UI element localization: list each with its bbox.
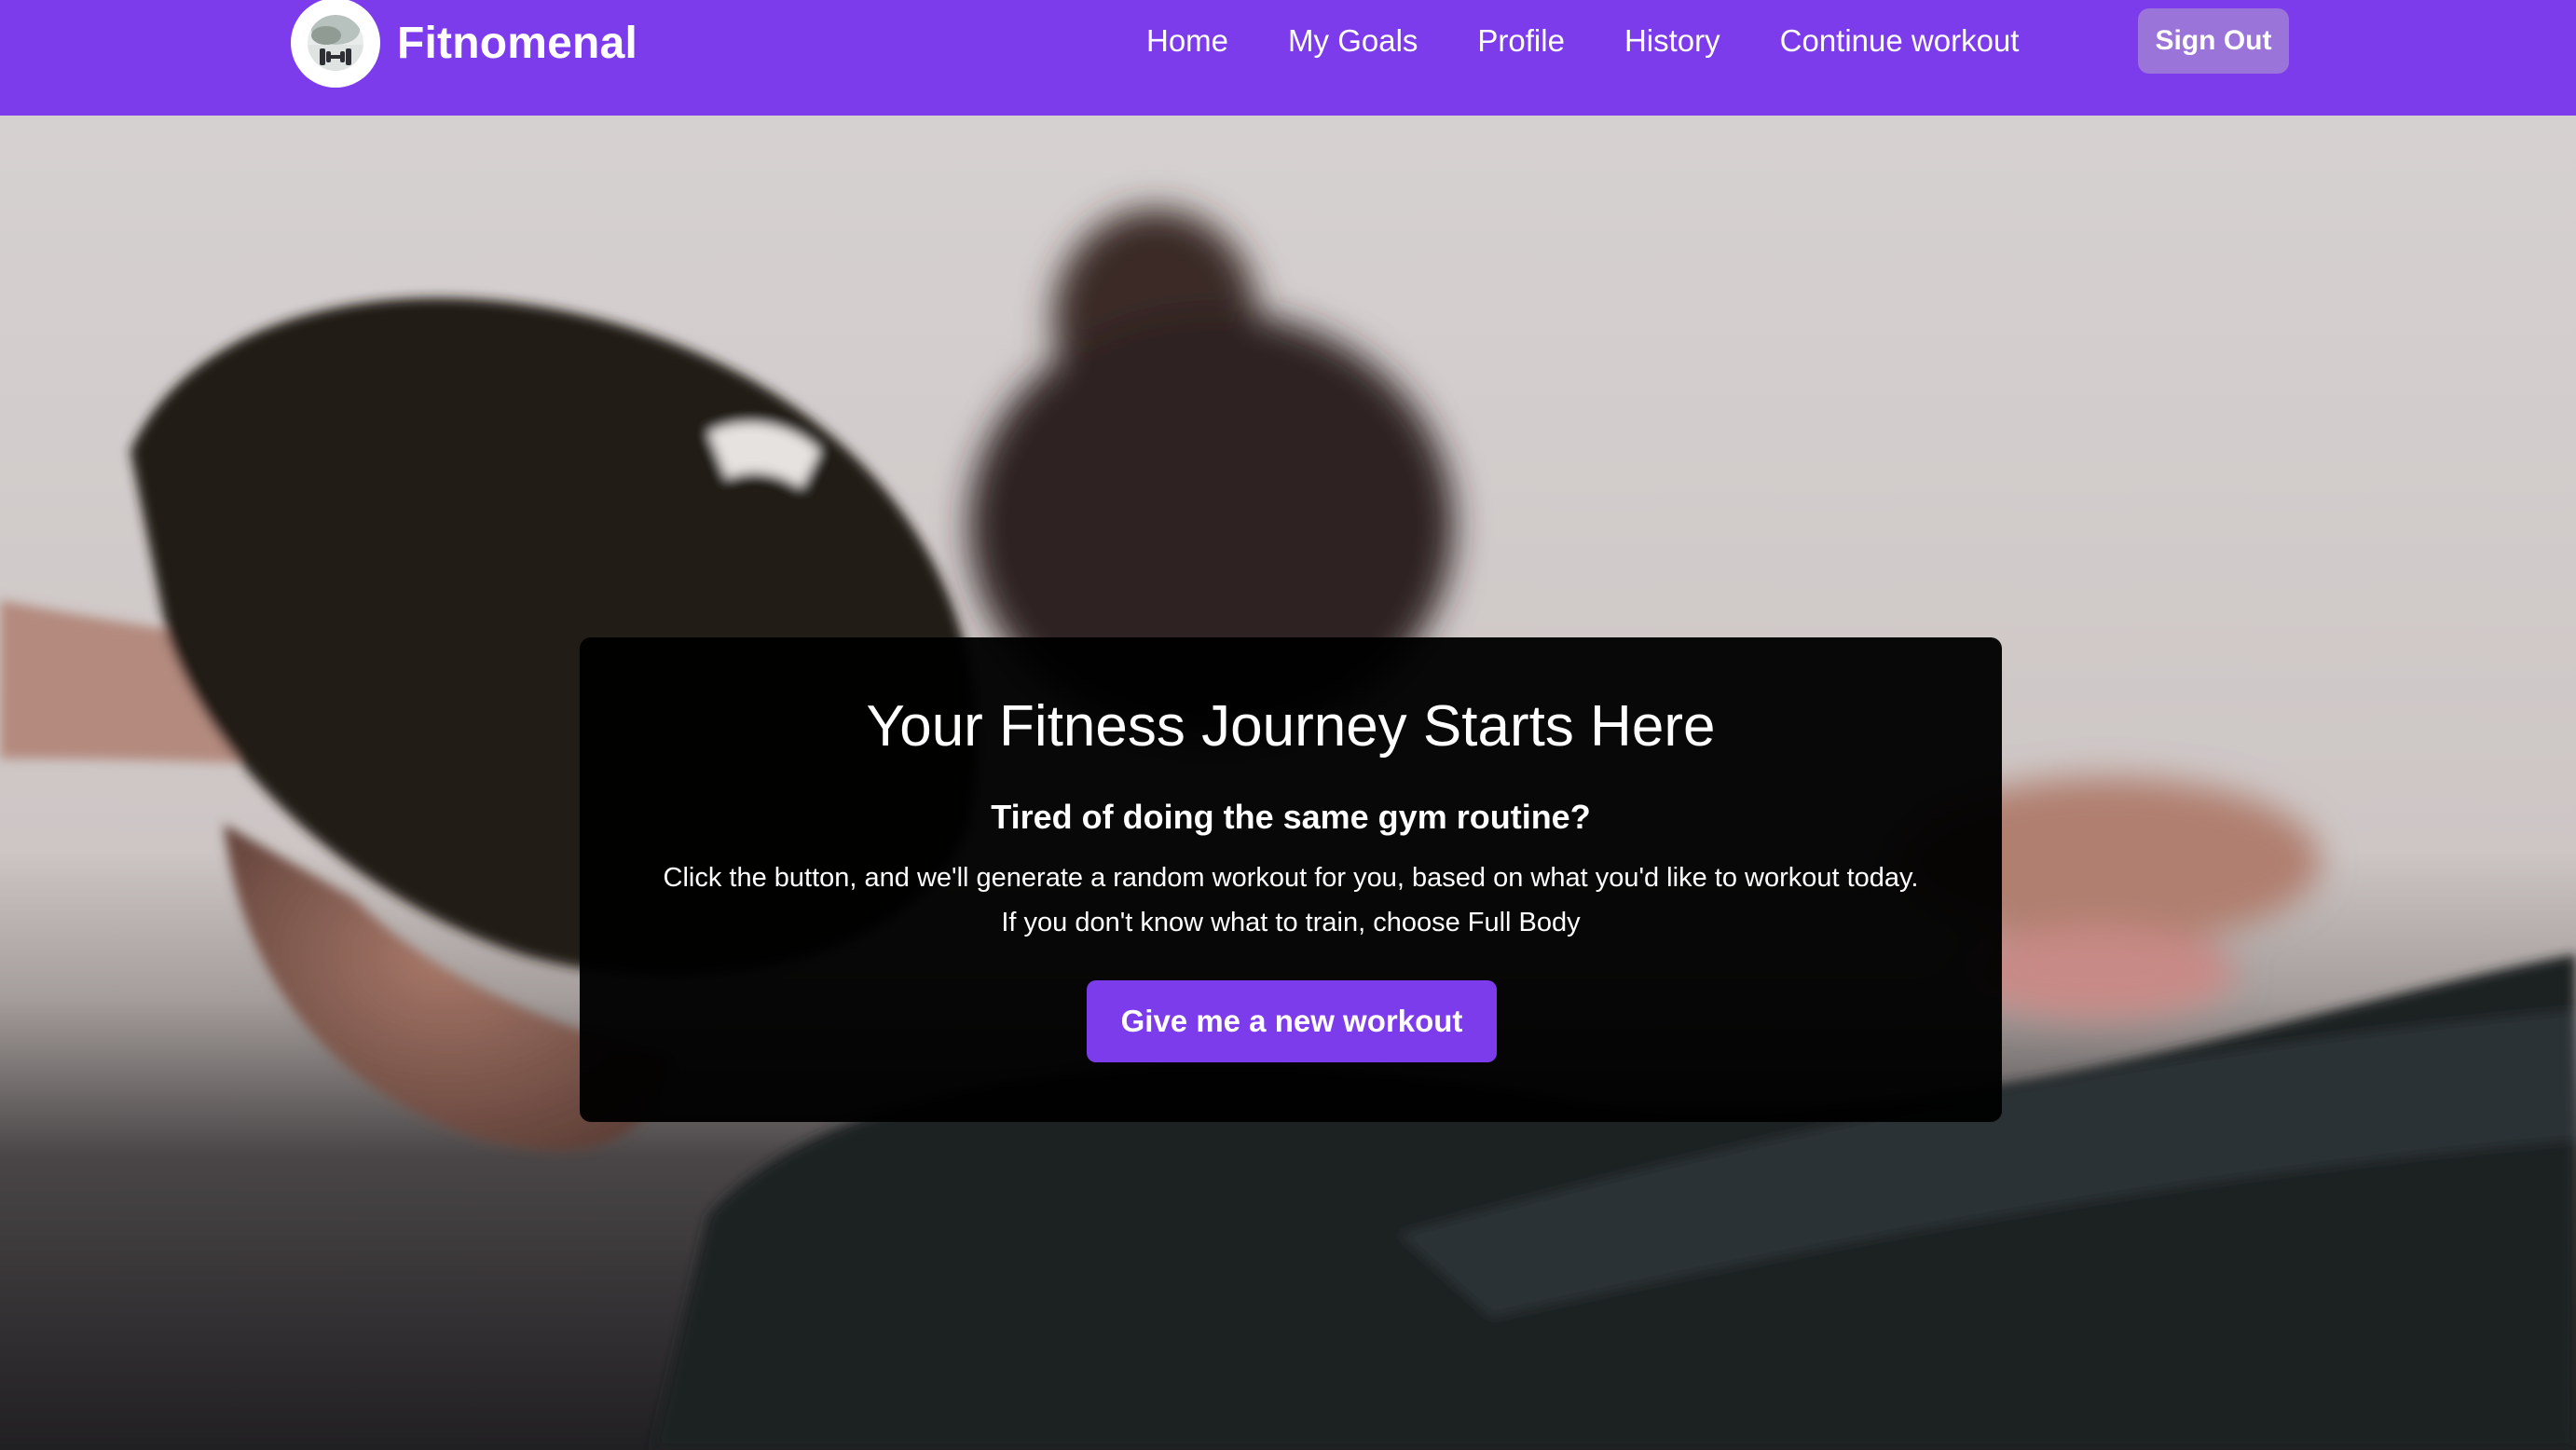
brand-home-link[interactable]: Fitnomenal	[291, 0, 637, 88]
nav-link-my-goals[interactable]: My Goals	[1288, 23, 1418, 59]
nav-link-profile[interactable]: Profile	[1477, 23, 1565, 59]
hero-description-line-1: Click the button, and we'll generate a r…	[663, 863, 1919, 893]
navbar: Fitnomenal Home My Goals Profile History…	[0, 0, 2576, 116]
nav-link-home[interactable]: Home	[1146, 23, 1228, 59]
hero-background-image: Your Fitness Journey Starts Here Tired o…	[0, 116, 2576, 1450]
brand-name: Fitnomenal	[397, 18, 638, 68]
dumbbell-logo-icon	[291, 0, 380, 88]
hero-card: Your Fitness Journey Starts Here Tired o…	[580, 637, 2002, 1122]
generate-workout-button[interactable]: Give me a new workout	[1087, 980, 1497, 1062]
hero-title: Your Fitness Journey Starts Here	[866, 694, 1716, 759]
nav-link-continue-workout[interactable]: Continue workout	[1780, 23, 2020, 59]
nav-menu: Home My Goals Profile History Continue w…	[1146, 0, 2078, 82]
sign-out-button[interactable]: Sign Out	[2138, 8, 2289, 74]
nav-link-history[interactable]: History	[1624, 23, 1720, 59]
hero-description-line-2: If you don't know what to train, choose …	[1001, 908, 1581, 937]
hero-subtitle: Tired of doing the same gym routine?	[991, 798, 1591, 836]
